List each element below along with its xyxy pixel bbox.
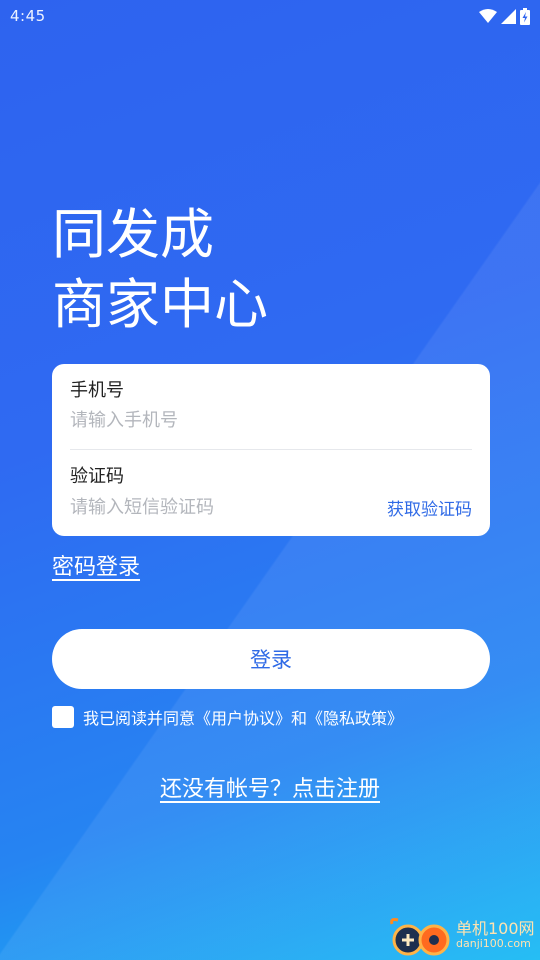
register-row: 还没有帐号？点击注册 [0, 771, 540, 803]
agreement-row: 我已阅读并同意《用户协议》和《隐私政策》 [52, 705, 403, 729]
code-input[interactable] [70, 493, 350, 521]
watermark-name: 单机100网 [456, 919, 535, 938]
form-divider [70, 449, 472, 450]
phone-input[interactable] [70, 406, 470, 434]
phone-label: 手机号 [70, 380, 124, 401]
get-code-button[interactable]: 获取验证码 [387, 495, 472, 520]
watermark: 单机100网 danji100.com [388, 916, 535, 956]
app-title: 同发成 商家中心 [52, 200, 472, 340]
login-button[interactable]: 登录 [52, 629, 490, 689]
status-time: 4:45 [10, 7, 46, 25]
status-bar: 4:45 [0, 0, 540, 32]
watermark-text: 单机100网 danji100.com [456, 921, 535, 951]
app-title-line-1: 同发成 [52, 203, 214, 266]
code-label: 验证码 [70, 466, 124, 487]
agreement-text[interactable]: 我已阅读并同意《用户协议》和《隐私政策》 [83, 705, 403, 729]
app-title-line-2: 商家中心 [52, 273, 268, 336]
watermark-logo-icon [390, 918, 450, 956]
login-form-card: 手机号 验证码 获取验证码 [52, 364, 490, 536]
password-login-link[interactable]: 密码登录 [52, 549, 140, 581]
status-icons [479, 7, 530, 25]
watermark-url: danji100.com [456, 937, 531, 950]
agreement-checkbox[interactable] [52, 706, 74, 728]
wifi-icon [479, 9, 497, 23]
signal-icon [501, 8, 516, 24]
register-link[interactable]: 还没有帐号？点击注册 [160, 777, 380, 802]
battery-icon [520, 7, 530, 25]
